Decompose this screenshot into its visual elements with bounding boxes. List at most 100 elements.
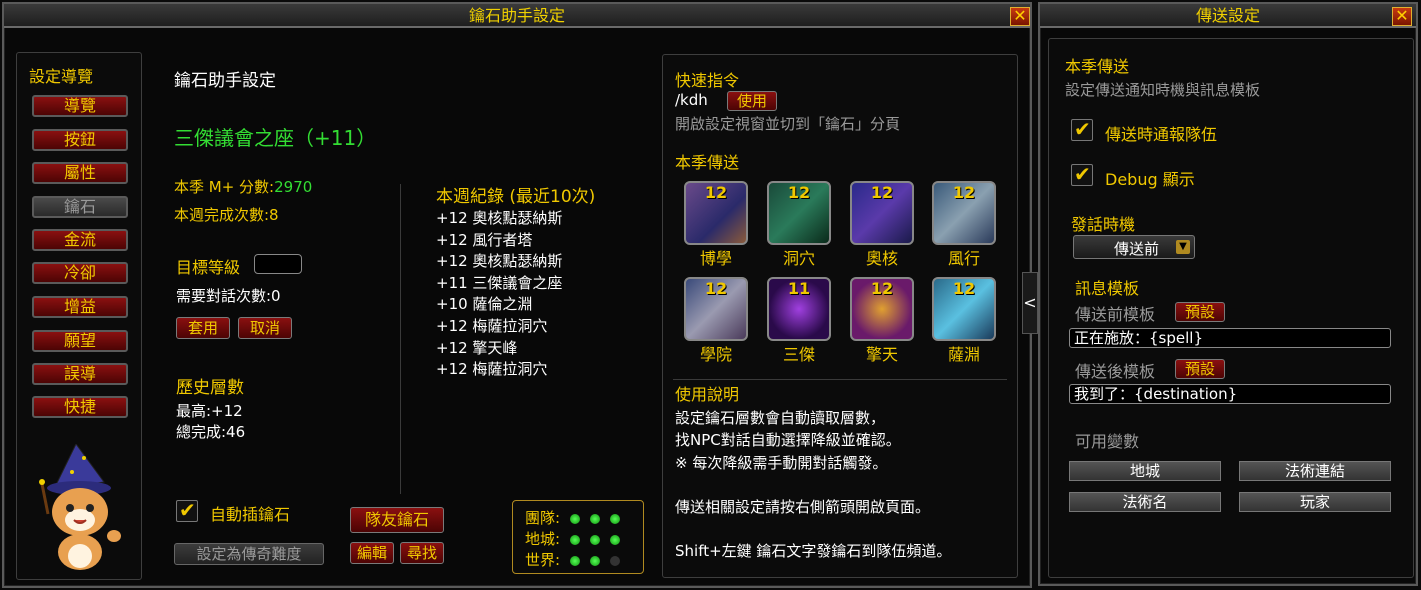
divider	[400, 184, 401, 494]
dungeon-icon: 12	[932, 181, 996, 245]
template-heading: 訊息模板	[1075, 279, 1140, 298]
nav-item-buffs[interactable]: 增益	[32, 296, 128, 318]
apply-button[interactable]: 套用	[176, 317, 230, 339]
expand-arrow-button[interactable]: <	[1022, 272, 1038, 334]
weekly-run-item: +11 三傑議會之座	[436, 273, 563, 292]
status-dungeon: 地城:	[525, 528, 621, 549]
dungeon-level: 12	[787, 183, 811, 202]
history-total: 總完成:46	[176, 423, 246, 441]
status-box: 團隊: 地城: 世界:	[512, 500, 644, 574]
dungeon-name: 學院	[699, 345, 732, 364]
debug-label: Debug 顯示	[1105, 170, 1195, 189]
var-spell-link-button[interactable]: 法術連結	[1239, 461, 1391, 481]
dungeon-level: 12	[704, 183, 728, 202]
status-dungeon-label: 地城:	[525, 530, 561, 548]
dungeon-level: 12	[870, 279, 894, 298]
status-raid: 團隊:	[525, 507, 621, 528]
dungeon-level: 11	[787, 279, 811, 298]
week-done-count: 本週完成次數:8	[174, 206, 279, 224]
status-dot	[610, 534, 621, 545]
weekly-runs-list: +12 奧核點瑟納斯 +12 風行者塔 +12 奧核點瑟納斯 +11 三傑議會之…	[436, 208, 562, 381]
season-score: 本季 M+ 分數:2970	[174, 176, 312, 197]
dungeon-level: 12	[870, 183, 894, 202]
divider	[673, 379, 1007, 380]
dungeon-icon: 12	[850, 277, 914, 341]
dungeon-teleport-7[interactable]: 12 薩淵	[929, 277, 999, 365]
dungeon-teleport-6[interactable]: 12 擎天	[847, 277, 917, 365]
dungeon-name: 奧核	[865, 249, 898, 268]
history-heading: 歷史層數	[176, 378, 244, 398]
nav-item-buttons[interactable]: 按鈕	[32, 129, 128, 151]
teleport-heading: 本季傳送	[1065, 57, 1130, 76]
dungeon-icon: 11	[767, 277, 831, 341]
status-world: 世界:	[525, 549, 621, 570]
usage-heading: 使用說明	[675, 385, 740, 404]
season-score-label: 本季 M+ 分數:	[174, 178, 275, 196]
weekly-run-item: +12 擎天峰	[436, 338, 518, 357]
before-default-button[interactable]: 預設	[1175, 302, 1225, 322]
nav-item-attributes[interactable]: 屬性	[32, 162, 128, 184]
usage-line: 設定鑰石層數會自動讀取層數，	[675, 409, 886, 427]
nav-item-shortcuts[interactable]: 快捷	[32, 396, 128, 418]
usage-line: Shift+左鍵 鑰石文字發鑰石到隊伍頻道。	[675, 542, 952, 561]
teleport-panel: 本季傳送 設定傳送通知時機與訊息模板 傳送時通報隊伍 Debug 顯示 發話時機…	[1048, 38, 1414, 578]
timing-dropdown[interactable]: 傳送前 ▼	[1073, 235, 1195, 259]
edit-button[interactable]: 編輯	[350, 542, 394, 564]
current-dungeon[interactable]: 三傑議會之座（+11）	[174, 122, 376, 151]
season-teleport-heading: 本季傳送	[675, 153, 740, 172]
find-button[interactable]: 尋找	[400, 542, 444, 564]
auto-insert-checkbox[interactable]	[176, 498, 198, 522]
nav-item-wishes[interactable]: 願望	[32, 330, 128, 352]
quick-command-heading: 快速指令	[675, 71, 740, 90]
nav-item-gold[interactable]: 金流	[32, 229, 128, 251]
var-dungeon-button[interactable]: 地城	[1069, 461, 1221, 481]
dungeon-teleport-4[interactable]: 12 學院	[681, 277, 751, 365]
var-spell-name-button[interactable]: 法術名	[1069, 492, 1221, 512]
nav-item-misdirect[interactable]: 誤導	[32, 363, 128, 385]
weekly-run-item: +12 奧核點瑟納斯	[436, 209, 563, 227]
nav-heading: 設定導覽	[29, 67, 94, 86]
teleport-close-button[interactable]: ✕	[1392, 7, 1412, 26]
teleport-subheading: 設定傳送通知時機與訊息模板	[1065, 81, 1261, 99]
auto-insert-label: 自動插鑰石	[210, 505, 291, 524]
target-level-input[interactable]	[254, 254, 302, 274]
dungeon-teleport-2[interactable]: 12 奧核	[847, 181, 917, 269]
status-dot	[590, 555, 601, 566]
weekly-run-item: +12 梅薩拉洞穴	[436, 316, 548, 335]
before-template-input[interactable]: 正在施放：{spell}	[1069, 328, 1391, 348]
chevron-down-icon: ▼	[1176, 240, 1190, 254]
party-keystone-button[interactable]: 隊友鑰石	[350, 507, 444, 533]
nav-item-keystone[interactable]: 鑰石	[32, 196, 128, 218]
dungeon-name: 三傑	[782, 345, 815, 364]
status-dot	[590, 513, 601, 524]
status-dot	[570, 513, 581, 524]
nav-item-cooldown[interactable]: 冷卻	[32, 262, 128, 284]
main-close-button[interactable]: ✕	[1010, 7, 1030, 26]
dungeon-teleport-0[interactable]: 12 博學	[681, 181, 751, 269]
cancel-button[interactable]: 取消	[238, 317, 292, 339]
dungeon-name: 薩淵	[947, 345, 980, 364]
after-template-input[interactable]: 我到了：{destination}	[1069, 384, 1391, 404]
weekly-run-item: +12 梅薩拉洞穴	[436, 360, 548, 379]
debug-checkbox[interactable]	[1071, 162, 1093, 186]
teleport-window-title[interactable]: 傳送設定	[1040, 4, 1416, 28]
dungeon-name: 博學	[699, 249, 732, 268]
after-template-label: 傳送後模板	[1075, 362, 1156, 381]
status-dot	[570, 534, 581, 545]
status-dot	[570, 555, 581, 566]
dungeon-teleport-1[interactable]: 12 洞穴	[764, 181, 834, 269]
notify-party-checkbox[interactable]	[1071, 117, 1093, 141]
status-world-label: 世界:	[525, 551, 561, 569]
set-legend-button[interactable]: 設定為傳奇難度	[174, 543, 324, 565]
nav-item-overview[interactable]: 導覽	[32, 95, 128, 117]
dungeon-name: 洞穴	[782, 249, 815, 268]
var-player-button[interactable]: 玩家	[1239, 492, 1391, 512]
dungeon-teleport-5[interactable]: 11 三傑	[764, 277, 834, 365]
dungeon-teleport-3[interactable]: 12 風行	[929, 181, 999, 269]
weekly-run-item: +12 奧核點瑟納斯	[436, 252, 563, 271]
main-window-title[interactable]: 鑰石助手設定	[4, 4, 1030, 28]
use-command-button[interactable]: 使用	[727, 91, 777, 111]
notify-party-label: 傳送時通報隊伍	[1105, 125, 1218, 144]
after-default-button[interactable]: 預設	[1175, 359, 1225, 379]
season-score-value: 2970	[274, 178, 313, 196]
